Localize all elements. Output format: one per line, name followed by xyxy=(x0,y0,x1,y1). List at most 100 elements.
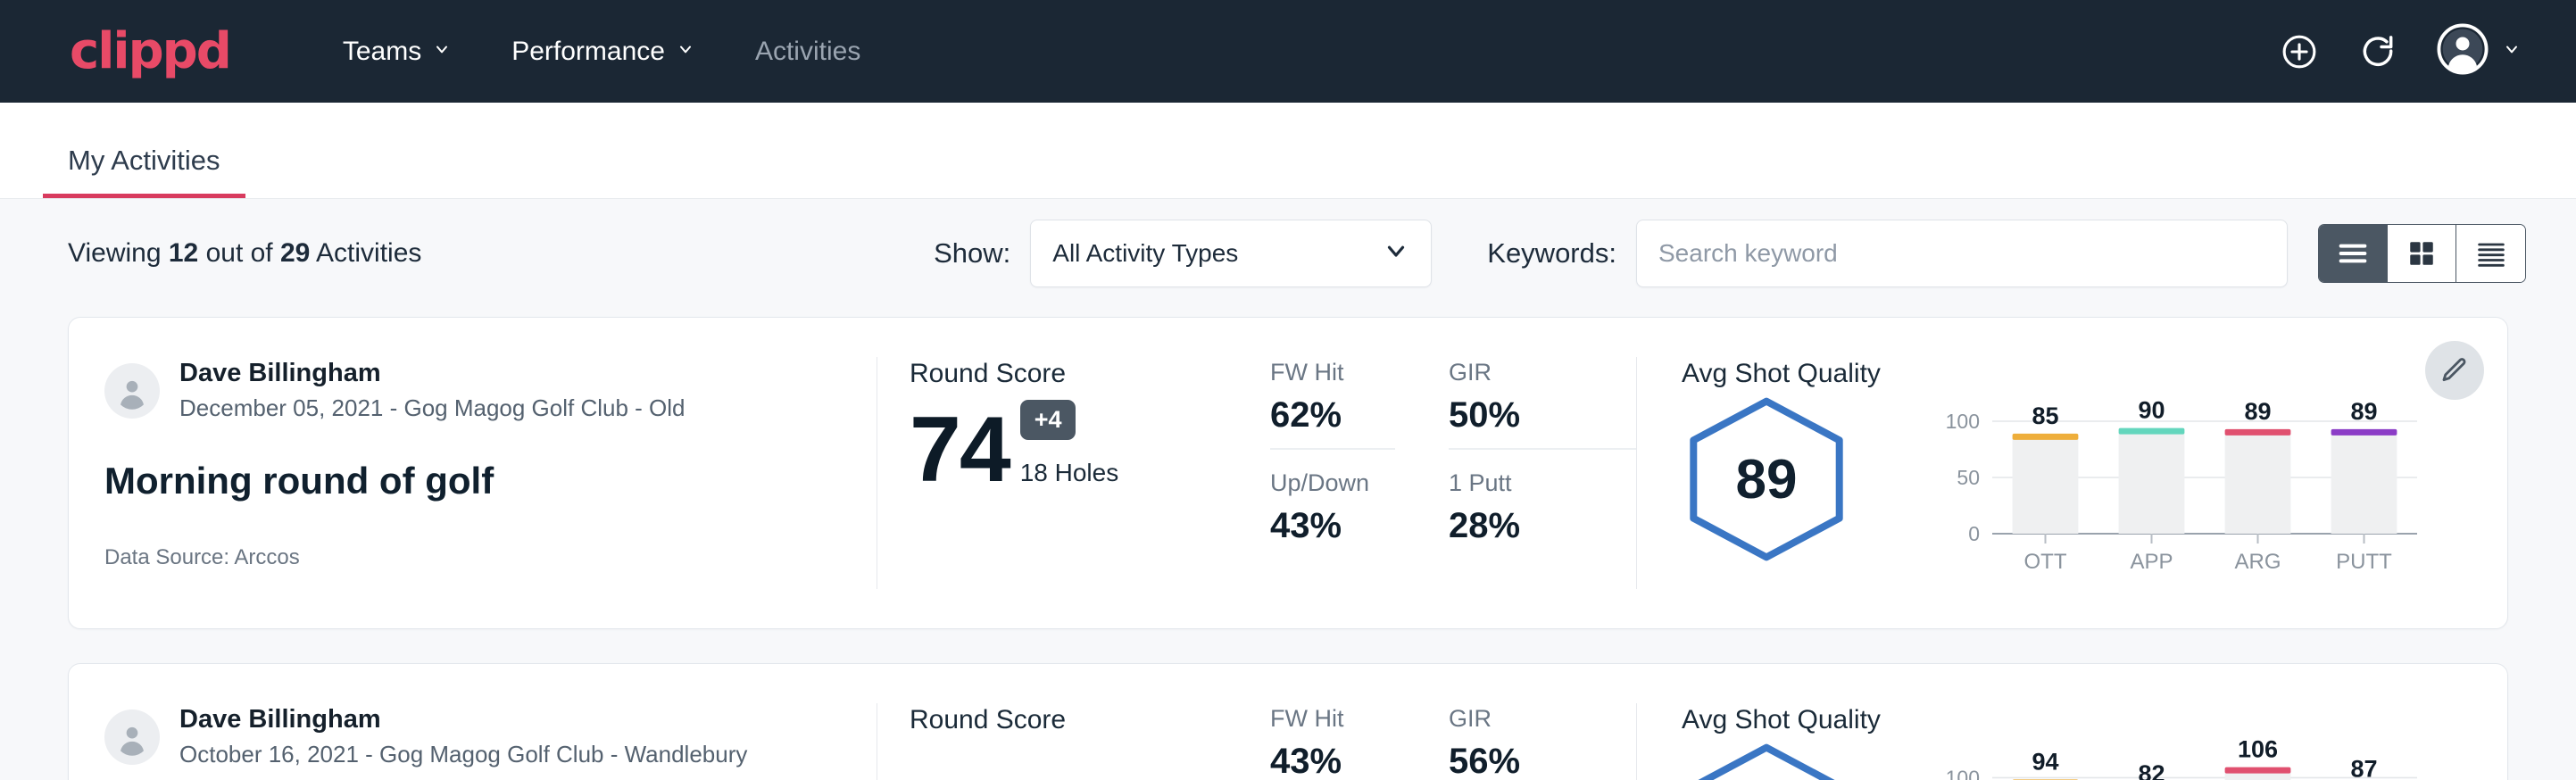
nav-item-performance-label: Performance xyxy=(511,37,665,67)
plus-circle-icon[interactable] xyxy=(2280,32,2319,71)
stat-underline xyxy=(1449,448,1636,450)
activity-meta: October 16, 2021 - Gog Magog Golf Club -… xyxy=(179,741,747,768)
stat-label: FW Hit xyxy=(1270,359,1395,386)
stat-label: Up/Down xyxy=(1270,469,1395,497)
stat-value: 43% xyxy=(1270,742,1395,780)
stat-value: 28% xyxy=(1449,506,1636,546)
account-menu[interactable] xyxy=(2437,23,2521,79)
shot-quality-bar-chart: 05010085OTT90APP89ARG89PUTT xyxy=(1923,394,2422,573)
avg-shot-quality-column: Avg Shot Quality 05010094OTT82APP106ARG8… xyxy=(1637,664,2507,780)
activity-card-list: Dave Billingham December 05, 2021 - Gog … xyxy=(0,308,2576,780)
viewing-total: 29 xyxy=(280,238,310,268)
shot-quality-value xyxy=(1682,741,1851,780)
svg-text:APP: APP xyxy=(2130,550,2173,574)
svg-text:ARG: ARG xyxy=(2234,550,2281,574)
refresh-icon[interactable] xyxy=(2358,32,2397,71)
activity-data-source: Data Source: Arccos xyxy=(104,545,877,570)
svg-text:94: 94 xyxy=(2032,748,2058,775)
nav-right-actions xyxy=(2280,23,2521,79)
viewing-count: 12 xyxy=(169,238,198,268)
stat-fw-hit: FW Hit 62% xyxy=(1270,359,1395,469)
tab-my-activities[interactable]: My Activities xyxy=(43,145,245,198)
viewing-mid: out of xyxy=(198,238,280,268)
svg-text:OTT: OTT xyxy=(2024,550,2067,574)
avatar xyxy=(104,709,160,765)
score-differential-badge: +4 xyxy=(1020,400,1076,440)
svg-text:100: 100 xyxy=(1946,766,1980,780)
activity-type-select-value: All Activity Types xyxy=(1052,239,1238,268)
keywords-label: Keywords: xyxy=(1487,237,1616,270)
tab-my-activities-label: My Activities xyxy=(68,145,220,176)
svg-text:90: 90 xyxy=(2138,397,2165,424)
tab-bar: My Activities xyxy=(0,103,2576,199)
stat-gir: GIR 56% xyxy=(1449,705,1636,780)
shot-quality-value: 89 xyxy=(1682,394,1851,564)
search-input[interactable] xyxy=(1636,220,2288,287)
svg-text:PUTT: PUTT xyxy=(2336,550,2392,574)
avg-shot-quality-label: Avg Shot Quality xyxy=(1682,705,2507,735)
svg-text:82: 82 xyxy=(2138,760,2165,780)
activity-user-name: Dave Billingham xyxy=(179,705,747,734)
viewing-suffix: Activities xyxy=(310,238,421,268)
stat-label: 1 Putt xyxy=(1449,469,1636,497)
stat-label: GIR xyxy=(1449,359,1636,386)
stat-up-down: Up/Down 43% xyxy=(1270,469,1395,546)
chevron-down-icon xyxy=(2503,40,2521,58)
stat-gir: GIR 50% xyxy=(1449,359,1636,469)
shot-quality-bar-chart: 05010094OTT82APP106ARG87PUTT xyxy=(1923,741,2422,780)
round-score-label: Round Score xyxy=(910,359,1261,389)
nav-item-performance[interactable]: Performance xyxy=(481,37,725,67)
activity-title: Morning round of golf xyxy=(104,460,877,502)
avg-shot-quality-label: Avg Shot Quality xyxy=(1682,359,2507,389)
view-mode-grid-button[interactable] xyxy=(2388,225,2456,282)
stat-value: 56% xyxy=(1449,742,1636,780)
view-mode-toggle-group xyxy=(2318,224,2526,283)
filter-toolbar: Viewing 12 out of 29 Activities Show: Al… xyxy=(0,199,2576,308)
svg-text:85: 85 xyxy=(2032,402,2058,429)
stat-one-putt: 1 Putt 28% xyxy=(1449,469,1636,546)
svg-text:87: 87 xyxy=(2350,755,2377,780)
shot-quality-hexagon xyxy=(1682,741,1869,780)
round-score-column: Round Score xyxy=(877,664,1261,780)
clippd-logo[interactable]: clippd xyxy=(70,22,230,80)
activity-meta: December 05, 2021 - Gog Magog Golf Club … xyxy=(179,394,686,422)
stat-underline xyxy=(1270,448,1395,450)
stat-value: 50% xyxy=(1449,395,1636,436)
show-label: Show: xyxy=(934,237,1010,270)
filter-controls: Show: All Activity Types Keywords: xyxy=(934,220,2526,287)
nav-item-activities-label: Activities xyxy=(755,37,860,67)
svg-text:106: 106 xyxy=(2238,736,2278,763)
activity-type-select[interactable]: All Activity Types xyxy=(1030,220,1432,287)
stat-fw-hit: FW Hit 43% xyxy=(1270,705,1395,780)
svg-text:50: 50 xyxy=(1957,466,1980,489)
activity-author: Dave Billingham October 16, 2021 - Gog M… xyxy=(104,705,877,768)
stat-label: GIR xyxy=(1449,705,1636,733)
avatar xyxy=(104,363,160,419)
account-circle-icon xyxy=(2437,23,2489,79)
round-score-column: Round Score 74 +4 18 Holes xyxy=(877,318,1261,628)
view-mode-list-button[interactable] xyxy=(2319,225,2388,282)
svg-text:89: 89 xyxy=(2244,398,2271,425)
view-mode-detail-button[interactable] xyxy=(2456,225,2525,282)
activity-user-name: Dave Billingham xyxy=(179,359,686,388)
stat-value: 62% xyxy=(1270,395,1395,436)
top-navigation-bar: clippd Teams Performance Activities xyxy=(0,0,2576,103)
nav-item-teams[interactable]: Teams xyxy=(312,37,481,67)
stat-value: 43% xyxy=(1270,506,1395,546)
svg-text:100: 100 xyxy=(1946,410,1980,433)
activity-info-column: Dave Billingham December 05, 2021 - Gog … xyxy=(69,318,877,628)
round-score-label: Round Score xyxy=(910,705,1261,735)
chevron-down-icon xyxy=(677,40,694,58)
shot-quality-hexagon: 89 xyxy=(1682,394,1869,564)
holes-played: 18 Holes xyxy=(1020,459,1119,487)
viewing-prefix: Viewing xyxy=(68,238,169,268)
primary-nav-links: Teams Performance Activities xyxy=(312,37,891,67)
chevron-down-icon xyxy=(433,40,451,58)
activity-card[interactable]: Dave Billingham October 16, 2021 - Gog M… xyxy=(68,663,2508,780)
nav-item-activities[interactable]: Activities xyxy=(725,37,891,67)
round-stats-grid: FW Hit 43% GIR 56% xyxy=(1261,664,1636,780)
activity-author: Dave Billingham December 05, 2021 - Gog … xyxy=(104,359,877,422)
activity-card[interactable]: Dave Billingham December 05, 2021 - Gog … xyxy=(68,317,2508,629)
edit-activity-button[interactable] xyxy=(2425,341,2484,400)
round-score-value: 74 xyxy=(910,400,1010,500)
